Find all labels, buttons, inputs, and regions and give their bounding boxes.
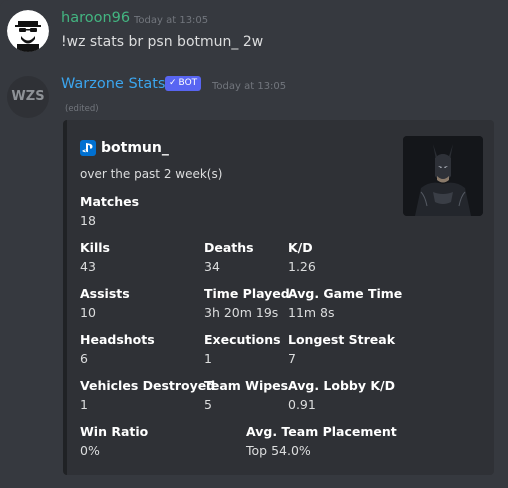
username[interactable]: haroon96 [61, 10, 130, 26]
field-value: 3h 20m 19s [204, 305, 279, 320]
field-value: 6 [80, 351, 88, 366]
field-value: 1 [204, 351, 212, 366]
field-name: Longest Streak [288, 332, 396, 347]
field-name: Headshots [80, 332, 155, 347]
field-name: Matches [80, 194, 140, 209]
field-name: Team Wipes [204, 378, 289, 393]
edited-label: (edited) [65, 104, 99, 114]
field-name: Assists [80, 286, 130, 301]
field-deaths: Deaths 34 [204, 240, 254, 274]
bot-timestamp: Today at 13:05 [212, 81, 287, 92]
user-avatar[interactable] [7, 10, 49, 52]
field-avg-team-placement: Avg. Team Placement Top 54.0% [246, 424, 397, 458]
field-executions: Executions 1 [204, 332, 281, 366]
field-value: 5 [204, 397, 212, 412]
field-kills: Kills 43 [80, 240, 110, 274]
field-value: 11m 8s [288, 305, 335, 320]
batman-thumbnail-image [403, 136, 483, 216]
field-name: Deaths [204, 240, 254, 255]
bot-badge: ✓ BOT [165, 76, 202, 91]
field-value: 7 [288, 351, 296, 366]
field-value: Top 54.0% [246, 443, 311, 458]
field-name: Vehicles Destroyed [80, 378, 216, 393]
field-name: Avg. Game Time [288, 286, 403, 301]
field-value: 0% [80, 443, 100, 458]
field-time-played: Time Played 3h 20m 19s [204, 286, 290, 320]
avatar-image [7, 10, 49, 52]
message-content: !wz stats br psn botmun_ 2w [61, 34, 264, 50]
field-name: Kills [80, 240, 110, 255]
field-assists: Assists 10 [80, 286, 130, 320]
field-name: Executions [204, 332, 281, 347]
bot-badge-label: BOT [178, 78, 198, 88]
field-value: 43 [80, 259, 96, 274]
field-name: Win Ratio [80, 424, 149, 439]
field-avg-game-time: Avg. Game Time 11m 8s [288, 286, 402, 320]
avatar-text: WZS [11, 89, 45, 104]
embed-thumbnail[interactable] [403, 136, 483, 216]
field-value: 1.26 [288, 259, 316, 274]
stats-embed: botmun_ over the past 2 week(s) Matches … [63, 120, 494, 475]
embed-description: over the past 2 week(s) [80, 167, 223, 181]
field-headshots: Headshots 6 [80, 332, 155, 366]
username-text[interactable]: haroon96 [61, 10, 130, 26]
field-value: 10 [80, 305, 96, 320]
field-value: 34 [204, 259, 220, 274]
bot-username[interactable]: Warzone Stats [61, 76, 165, 92]
field-name: Time Played [204, 286, 290, 301]
playstation-icon [80, 140, 96, 156]
field-vehicles-destroyed: Vehicles Destroyed 1 [80, 378, 215, 412]
field-avg-lobby-kd: Avg. Lobby K/D 0.91 [288, 378, 395, 412]
field-team-wipes: Team Wipes 5 [204, 378, 288, 412]
field-matches: Matches 18 [80, 194, 139, 228]
field-win-ratio: Win Ratio 0% [80, 424, 148, 458]
field-name: Avg. Team Placement [246, 424, 397, 439]
chat-window: haroon96 Today at 13:05 !wz stats br psn… [0, 0, 508, 488]
bot-username-text[interactable]: Warzone Stats [61, 76, 165, 92]
field-name: Avg. Lobby K/D [288, 378, 396, 393]
check-icon: ✓ [169, 78, 177, 88]
field-value: 18 [80, 213, 96, 228]
timestamp: Today at 13:05 [134, 15, 209, 26]
embed-author: botmun_ [80, 140, 169, 156]
field-value: 1 [80, 397, 88, 412]
embed-author-name[interactable]: botmun_ [101, 140, 169, 156]
field-value: 0.91 [288, 397, 316, 412]
field-name: K/D [288, 240, 313, 255]
field-kd: K/D 1.26 [288, 240, 316, 274]
bot-avatar[interactable]: WZS [7, 76, 49, 118]
field-longest-streak: Longest Streak 7 [288, 332, 395, 366]
